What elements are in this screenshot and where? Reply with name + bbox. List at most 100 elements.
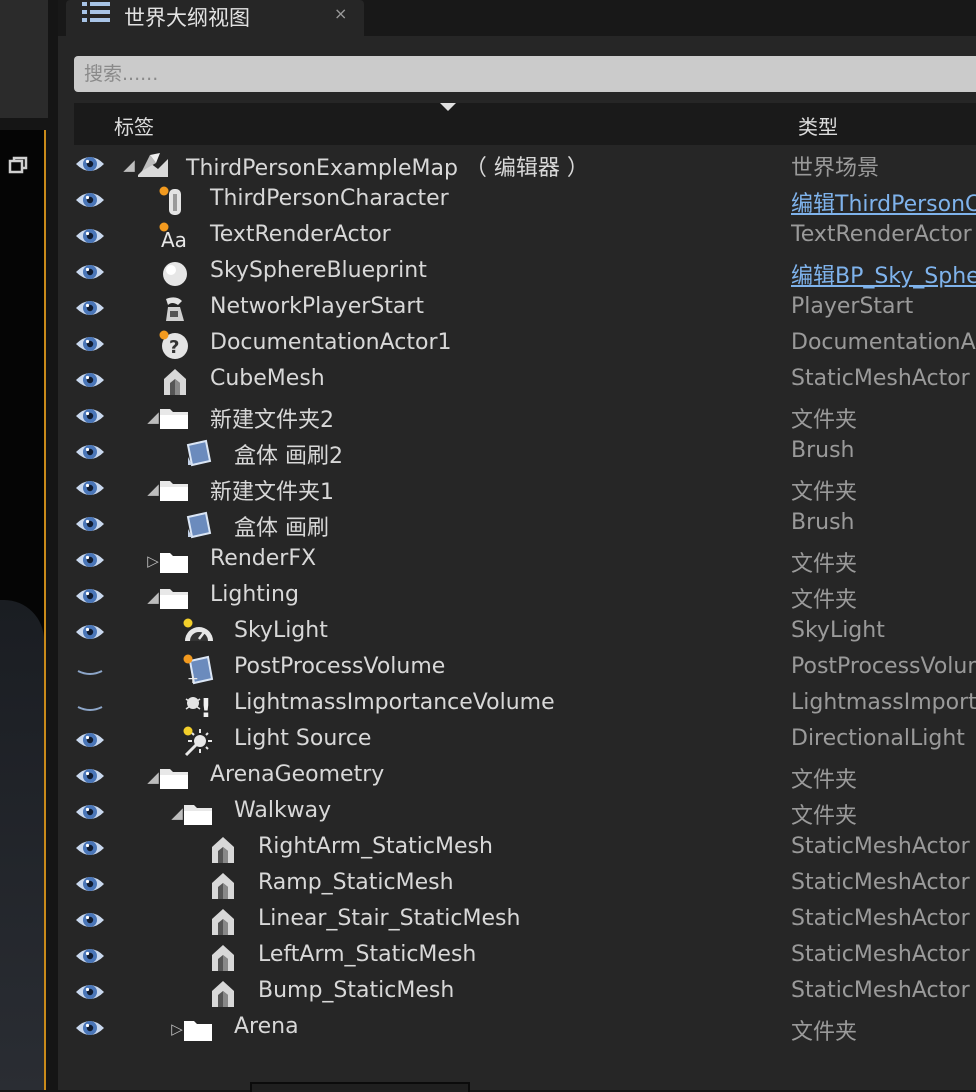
outliner-row[interactable]: NetworkPlayerStart PlayerStart [58, 291, 976, 327]
player-start-icon [166, 297, 184, 321]
panel-footer-button[interactable] [250, 1082, 470, 1092]
outliner-row[interactable]: ◢ Lighting 文件夹 [58, 579, 976, 615]
svg-text:!: ! [200, 694, 212, 721]
tab-bar: 世界大纲视图 × [58, 0, 976, 36]
row-type: DocumentationActor [791, 330, 976, 355]
visibility-eye-icon[interactable] [74, 403, 106, 429]
visibility-eye-icon[interactable] [74, 835, 106, 861]
outliner-list-icon [82, 2, 110, 22]
row-type: 文件夹 [791, 408, 858, 433]
sort-descending-icon [440, 103, 456, 111]
row-type-link[interactable]: 编辑BP_Sky_Sphere [791, 258, 976, 290]
row-type: Brush [791, 438, 855, 463]
column-header-label[interactable]: 标签 [114, 111, 154, 140]
viewport-toolbar-area [0, 0, 48, 118]
visibility-eye-icon[interactable] [74, 799, 106, 825]
visibility-eye-icon[interactable] [74, 223, 106, 249]
visibility-eye-icon[interactable] [74, 151, 106, 177]
hidden-eye-icon[interactable] [74, 655, 106, 681]
visibility-eye-icon[interactable] [74, 943, 106, 969]
row-type: DirectionalLight [791, 726, 965, 751]
outliner-row[interactable]: ▷ RenderFX 文件夹 [58, 543, 976, 579]
row-label: CubeMesh [210, 366, 325, 391]
visibility-eye-icon[interactable] [74, 367, 106, 393]
viewport-panel[interactable] [0, 130, 46, 1090]
row-type-link[interactable]: 编辑ThirdPersonCharacter [791, 186, 976, 218]
outliner-row[interactable]: ◢ 新建文件夹2 文件夹 [58, 399, 976, 435]
visibility-eye-icon[interactable] [74, 331, 106, 357]
visibility-eye-icon[interactable] [74, 1015, 106, 1041]
folder-open-icon [160, 769, 188, 789]
column-header-type[interactable]: 类型 [798, 111, 838, 140]
row-label: LightmassImportanceVolume [234, 690, 555, 715]
row-type: StaticMeshActor [791, 834, 970, 859]
outliner-row[interactable]: ◢ ThirdPersonExampleMap （ 编辑器 ）世界场景 [58, 147, 976, 183]
visibility-eye-icon[interactable] [74, 259, 106, 285]
outliner-row[interactable]: ◢ ArenaGeometry 文件夹 [58, 759, 976, 795]
visibility-eye-icon[interactable] [74, 979, 106, 1005]
row-type: 文件夹 [791, 480, 858, 505]
visibility-eye-icon[interactable] [74, 511, 106, 537]
visibility-eye-icon[interactable] [74, 475, 106, 501]
row-label: SkySphereBlueprint [210, 258, 427, 283]
visibility-eye-icon[interactable] [74, 547, 106, 573]
outliner-row[interactable]: ◢ Walkway 文件夹 [58, 795, 976, 831]
outliner-row[interactable]: ? DocumentationActor1 DocumentationActor [58, 327, 976, 363]
outliner-row[interactable]: CubeMesh StaticMeshActor [58, 363, 976, 399]
visibility-eye-icon[interactable] [74, 763, 106, 789]
visibility-eye-icon[interactable] [74, 907, 106, 933]
svg-text:Aa: Aa [161, 228, 187, 252]
visibility-eye-icon[interactable] [74, 187, 106, 213]
hidden-eye-icon[interactable] [74, 691, 106, 717]
outliner-row[interactable]: SkySphereBlueprint 编辑BP_Sky_Sphere [58, 255, 976, 291]
row-label: 新建文件夹1 [210, 480, 334, 505]
outliner-row[interactable]: Linear_Stair_StaticMesh StaticMeshActor [58, 903, 976, 939]
outliner-row[interactable]: 盒体 画刷 Brush [58, 507, 976, 543]
outliner-row[interactable]: Bump_StaticMesh StaticMeshActor [58, 975, 976, 1011]
outliner-row[interactable]: RightArm_StaticMesh StaticMeshActor [58, 831, 976, 867]
row-label: DocumentationActor1 [210, 330, 452, 355]
tab-close-button[interactable]: × [334, 4, 347, 23]
outliner-row[interactable]: Ramp_StaticMesh StaticMeshActor [58, 867, 976, 903]
outliner-row[interactable]: ▷ Arena 文件夹 [58, 1011, 976, 1047]
tab-world-outliner[interactable]: 世界大纲视图 × [66, 0, 364, 36]
outliner-row[interactable]: LeftArm_StaticMesh StaticMeshActor [58, 939, 976, 975]
outliner-row[interactable]: ThirdPersonCharacter 编辑ThirdPersonCharact… [58, 183, 976, 219]
row-type: TextRenderActor [791, 222, 972, 247]
visibility-eye-icon[interactable] [74, 439, 106, 465]
visibility-eye-icon[interactable] [74, 583, 106, 609]
visibility-eye-icon[interactable] [74, 295, 106, 321]
static-mesh-icon [164, 369, 186, 395]
outliner-row[interactable]: SkyLight SkyLight [58, 615, 976, 651]
row-label: PostProcessVolume [234, 654, 446, 679]
row-label: Light Source [234, 726, 372, 751]
directional-light-icon [183, 726, 212, 757]
lightmass-icon: ! [185, 694, 212, 721]
row-type: PostProcessVolume [791, 654, 976, 679]
visibility-eye-icon[interactable] [74, 871, 106, 897]
outliner-row[interactable]: Aa TextRenderActor TextRenderActor [58, 219, 976, 255]
outliner-row[interactable]: + PostProcessVolume PostProcessVolume [58, 651, 976, 687]
visibility-eye-icon[interactable] [74, 619, 106, 645]
row-label: Linear_Stair_StaticMesh [258, 906, 521, 931]
search-input[interactable] [74, 56, 976, 92]
outliner-row[interactable]: ◢ 新建文件夹1 文件夹 [58, 471, 976, 507]
viewport-scene-floor [0, 600, 44, 1090]
row-label: 盒体 画刷2 [234, 444, 343, 469]
folder-open-icon [160, 409, 188, 429]
row-label: NetworkPlayerStart [210, 294, 425, 319]
outliner-row[interactable]: ! LightmassImportanceVolume LightmassImpor… [58, 687, 976, 723]
row-type: 世界场景 [791, 156, 880, 181]
folder-closed-icon [184, 1021, 212, 1041]
folder-open-icon [160, 589, 188, 609]
row-label: Walkway [234, 798, 332, 823]
restore-window-icon[interactable] [8, 156, 28, 174]
outliner-row[interactable]: 盒体 画刷2 Brush [58, 435, 976, 471]
row-label: Ramp_StaticMesh [258, 870, 454, 895]
static-mesh-icon [212, 873, 234, 899]
outliner-row[interactable]: Light Source DirectionalLight [58, 723, 976, 759]
folder-closed-icon [160, 553, 188, 573]
row-label: Bump_StaticMesh [258, 978, 455, 1003]
row-label: Arena [234, 1014, 299, 1039]
visibility-eye-icon[interactable] [74, 727, 106, 753]
